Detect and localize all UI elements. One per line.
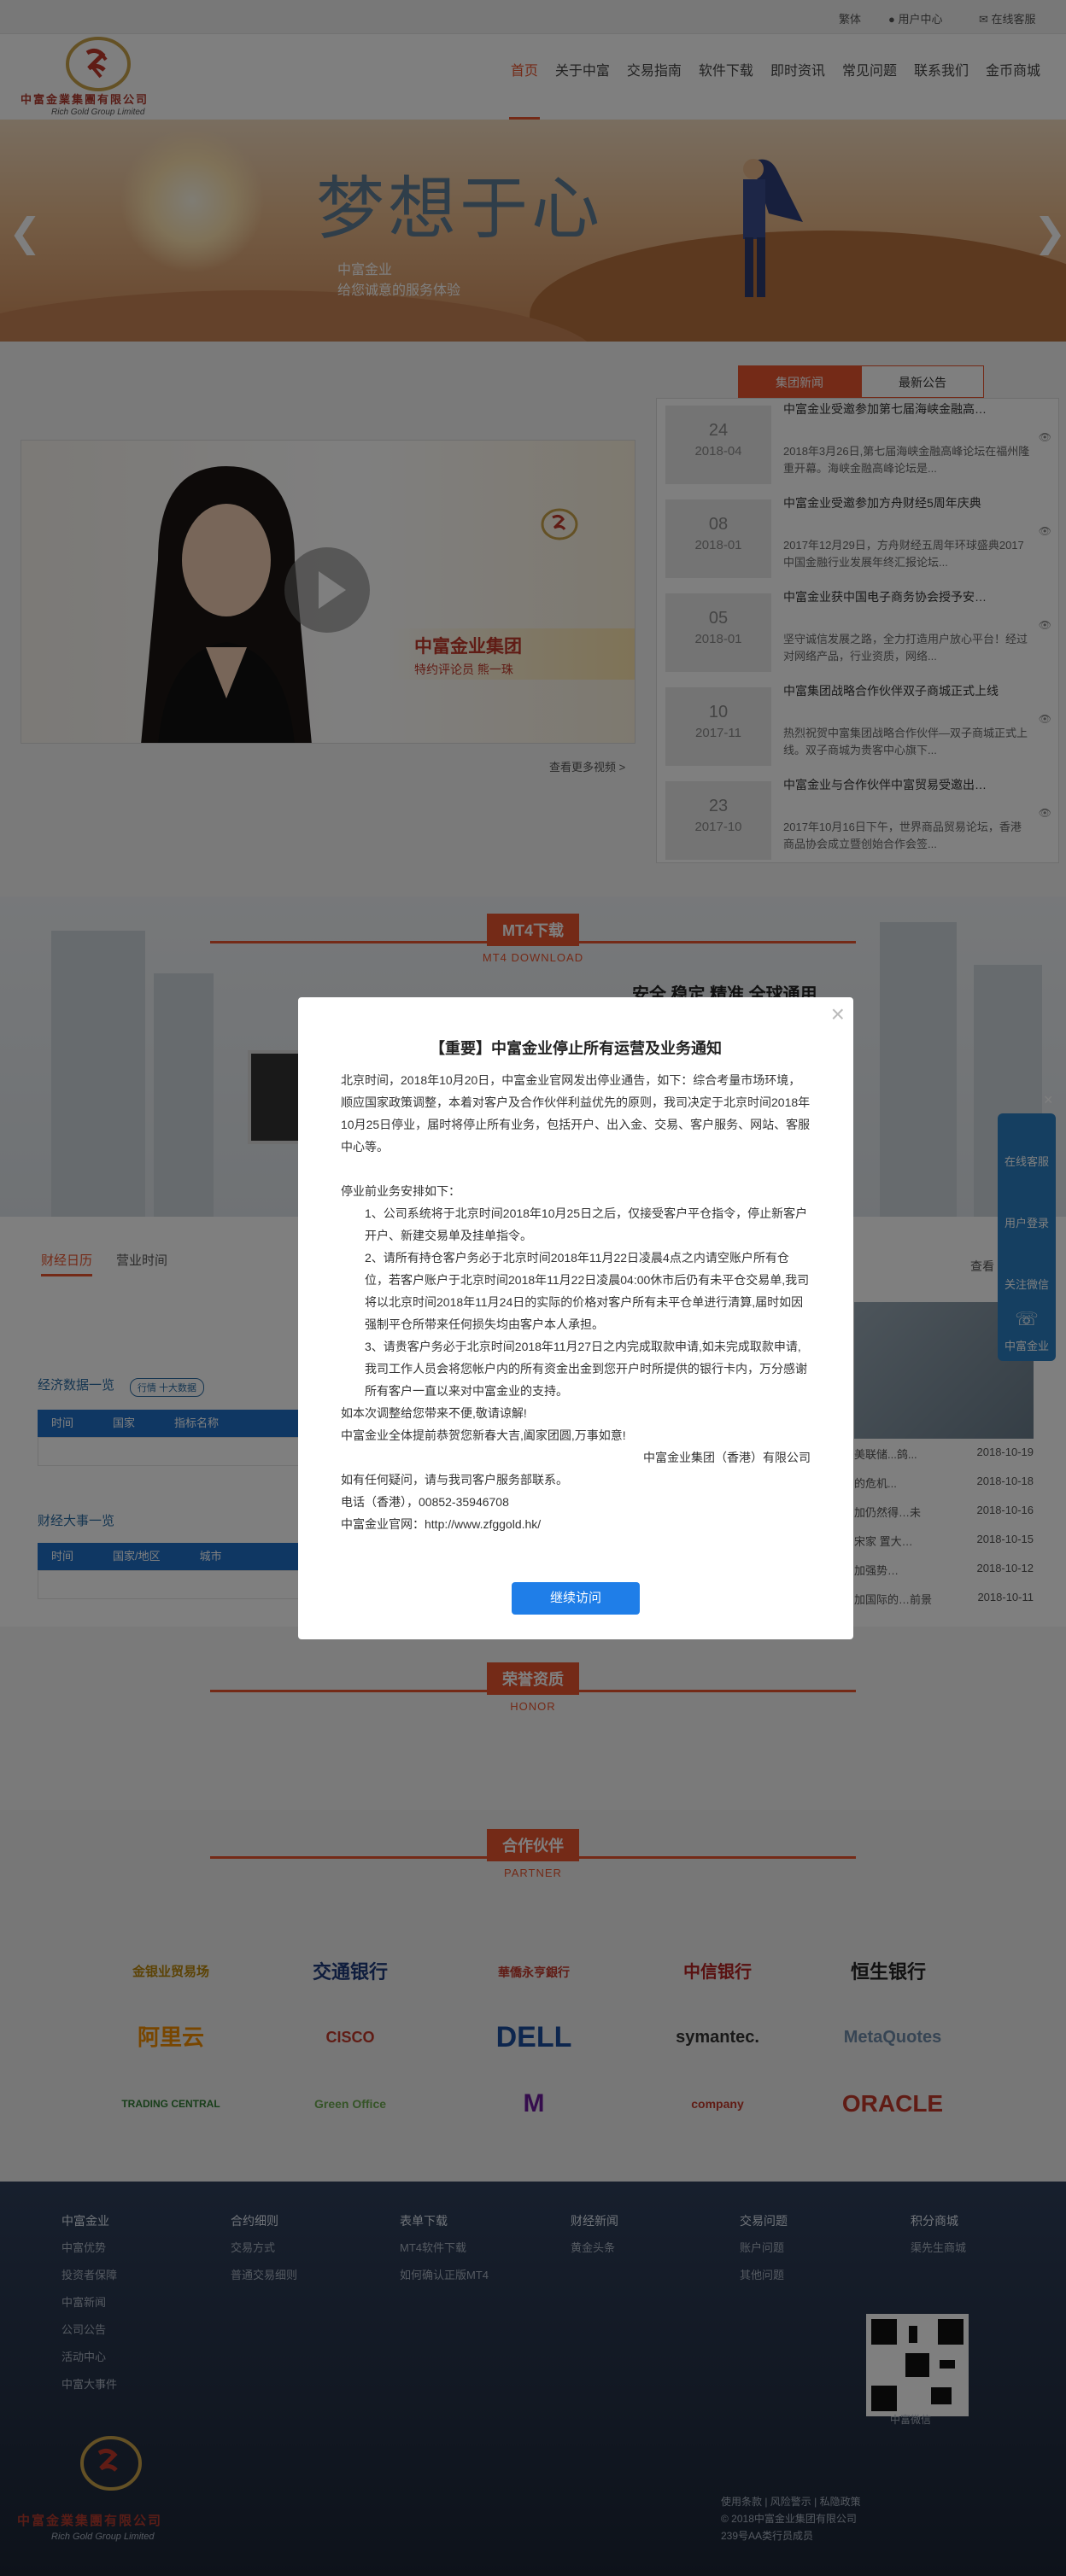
modal-close-icon[interactable]: × <box>831 1001 845 1028</box>
modal-paragraph: 如本次调整给您带来不便,敬请谅解! <box>341 1406 527 1420</box>
modal-paragraph: 1、公司系统将于北京时间2018年10月25日之后，仅接受客户平仓指令，停止新客… <box>365 1206 808 1242</box>
modal-website: 中富金业官网：http://www.zfggold.hk/ <box>341 1517 542 1531</box>
modal-body: 北京时间，2018年10月20日，中富金业官网发出停业通告，如下：综合考量市场环… <box>341 1069 811 1535</box>
modal-phone: 电话（香港），00852-35946708 <box>341 1495 509 1509</box>
modal-signature: 中富金业集团（香港）有限公司 <box>643 1451 811 1464</box>
modal-paragraph: 北京时间，2018年10月20日，中富金业官网发出停业通告，如下：综合考量市场环… <box>341 1073 811 1154</box>
modal-title: 【重要】中富金业停止所有运营及业务通知 <box>430 1040 722 1057</box>
modal-paragraph: 停业前业务安排如下： <box>341 1184 460 1198</box>
notice-modal: × 【重要】中富金业停止所有运营及业务通知 北京时间，2018年10月20日，中… <box>298 997 853 1639</box>
modal-paragraph: 2、请所有持仓客户务必于北京时间2018年11月22日凌晨4点之内请空账户所有仓… <box>365 1251 810 1331</box>
modal-paragraph: 中富金业全体提前恭贺您新春大吉,阖家团圆,万事如意! <box>341 1428 626 1442</box>
modal-paragraph: 3、请贵客户务必于北京时间2018年11月27日之内完成取款申请,如未完成取款申… <box>365 1340 807 1398</box>
modal-paragraph: 如有任何疑问，请与我司客户服务部联系。 <box>341 1473 568 1487</box>
continue-button[interactable]: 继续访问 <box>512 1582 640 1615</box>
